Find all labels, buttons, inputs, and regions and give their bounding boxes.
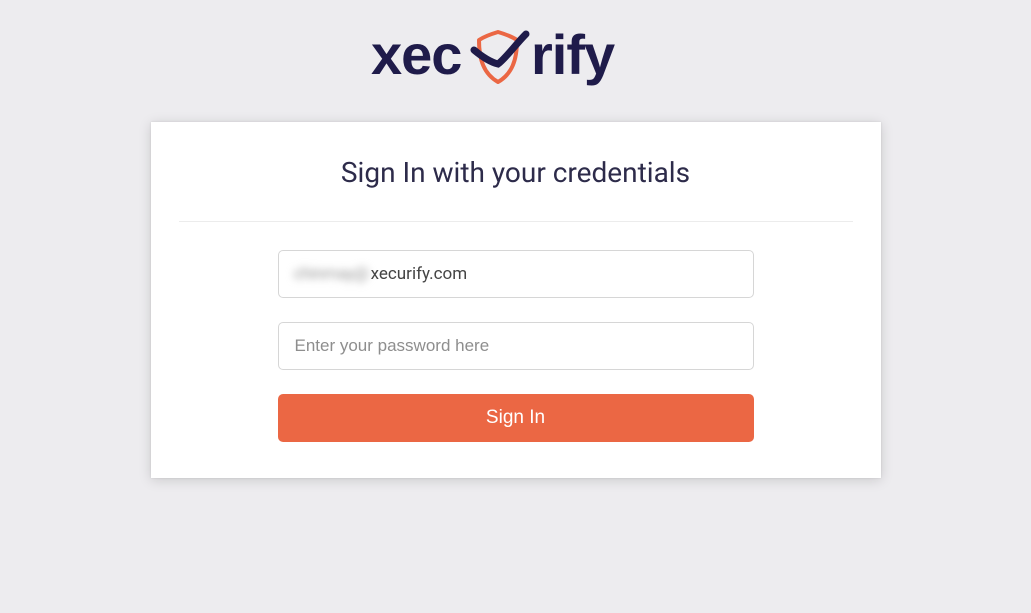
divider (179, 221, 853, 222)
email-input[interactable] (278, 250, 754, 298)
login-card: Sign In with your credentials chinmay@ x… (151, 122, 881, 478)
login-form: chinmay@ xecurify.com Sign In (151, 250, 881, 442)
email-input-wrapper: chinmay@ xecurify.com (278, 250, 754, 298)
svg-text:rify: rify (531, 23, 615, 86)
xecurify-logo-svg: xec rify (371, 22, 661, 92)
password-input-wrapper (278, 322, 754, 370)
sign-in-button[interactable]: Sign In (278, 394, 754, 442)
card-title: Sign In with your credentials (151, 122, 881, 221)
svg-text:xec: xec (371, 23, 461, 86)
password-input[interactable] (278, 322, 754, 370)
brand-logo: xec rify (371, 22, 661, 92)
page-container: xec rify Sign In with your credentials c… (0, 0, 1031, 478)
